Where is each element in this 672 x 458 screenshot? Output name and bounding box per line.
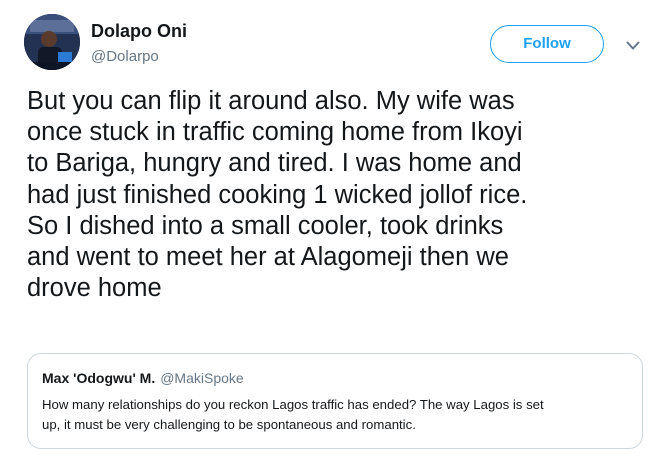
quoted-tweet-text-line: How many relationships do you reckon Lag… xyxy=(42,397,544,412)
author-avatar[interactable] xyxy=(24,14,80,70)
quoted-tweet-card[interactable]: Max 'Odogwu' M. @MakiSpoke How many relat… xyxy=(27,353,643,449)
tweet-text-line: and went to meet her at Alagomeji then w… xyxy=(27,243,509,272)
quoted-tweet-text-line: up, it must be very challenging to be sp… xyxy=(42,417,416,432)
tweet-text-line: had just finished cooking 1 wicked jollo… xyxy=(27,180,528,209)
tweet-text-line: to Bariga, hungry and tired. I was home … xyxy=(27,149,522,178)
quoted-tweet-header: Max 'Odogwu' M. @MakiSpoke xyxy=(42,370,244,386)
quoted-tweet-text: How many relationships do you reckon Lag… xyxy=(42,395,632,435)
avatar-photo-icon xyxy=(24,14,80,70)
tweet-card: Dolapo Oni @Dolarpo Follow But you can f… xyxy=(0,0,672,458)
tweet-text-line: once stuck in traffic coming home from I… xyxy=(27,118,523,147)
author-name[interactable]: Dolapo Oni xyxy=(91,21,187,42)
author-handle[interactable]: @Dolarpo xyxy=(91,48,159,65)
tweet-text: But you can flip it around also. My wife… xyxy=(27,86,657,304)
tweet-text-line: drove home xyxy=(27,274,162,303)
tweet-text-line: So I dished into a small cooler, took dr… xyxy=(27,211,504,240)
quoted-author-name: Max 'Odogwu' M. xyxy=(42,370,156,386)
quoted-author-handle: @MakiSpoke xyxy=(160,370,244,386)
tweet-text-line: But you can flip it around also. My wife… xyxy=(27,87,515,115)
chevron-down-icon[interactable] xyxy=(626,38,640,50)
follow-button[interactable]: Follow xyxy=(490,25,604,63)
